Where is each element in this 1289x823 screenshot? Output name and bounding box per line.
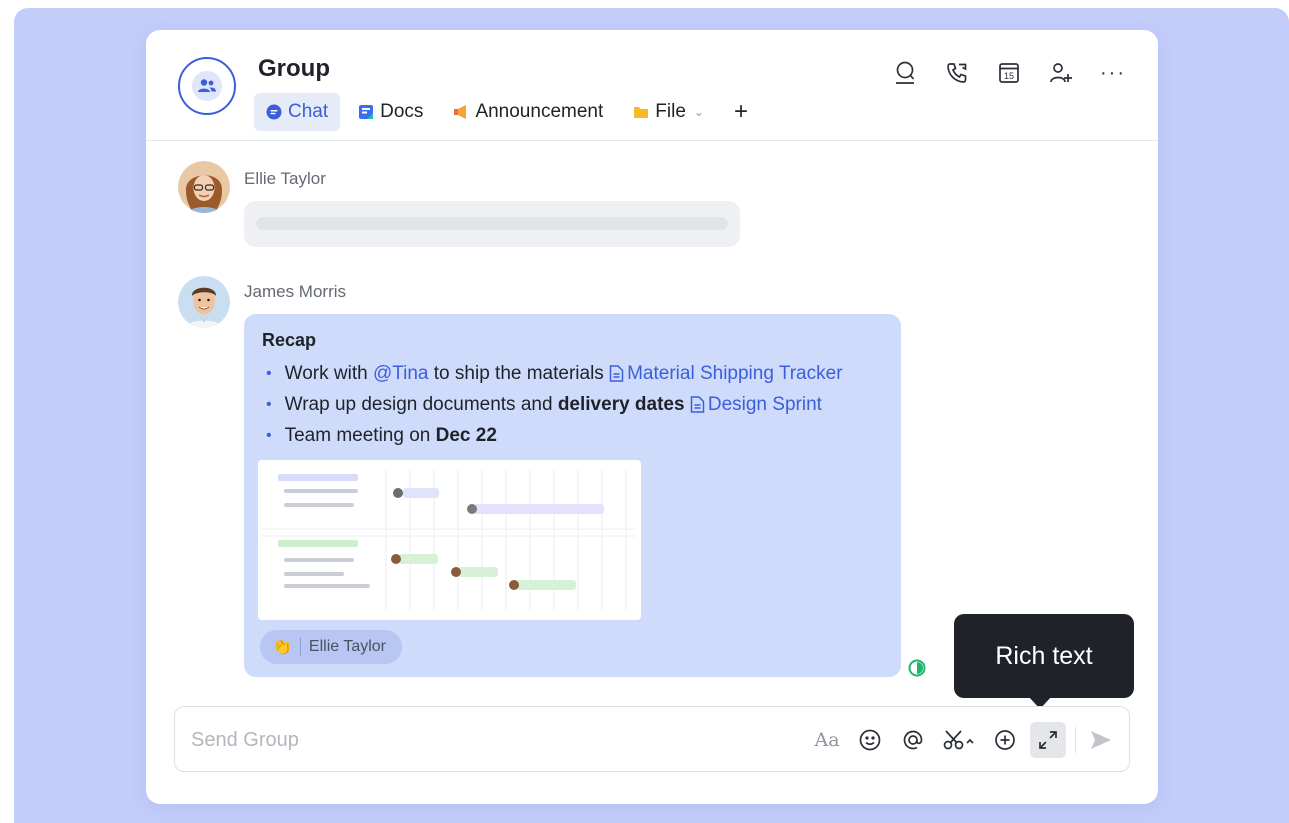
avatar-james-morris[interactable]	[178, 276, 230, 328]
doc-link-label: Material Shipping Tracker	[627, 363, 843, 384]
read-status-icon	[908, 659, 926, 677]
group-title: Group	[258, 55, 330, 82]
tab-chat-label: Chat	[288, 101, 329, 122]
emoji-icon[interactable]	[852, 722, 888, 758]
bullet: •	[266, 427, 272, 444]
list-item: • Work with @Tina to ship the materials …	[266, 358, 843, 389]
group-avatar[interactable]	[178, 57, 236, 115]
toolbar-divider	[1075, 727, 1076, 753]
tab-chat[interactable]: Chat	[254, 93, 341, 131]
reaction-chip[interactable]: 👏 Ellie Taylor	[260, 630, 402, 664]
doc-link-label: Design Sprint	[707, 394, 822, 415]
send-icon[interactable]	[1083, 722, 1119, 758]
tab-file[interactable]: File ⌄	[621, 93, 716, 131]
item-text: Work with	[284, 363, 368, 384]
tab-file-label: File	[655, 101, 686, 122]
reaction-divider	[299, 638, 301, 656]
mention-icon[interactable]	[895, 722, 931, 758]
group-people-icon	[198, 79, 216, 92]
placeholder-bar	[256, 217, 728, 230]
calendar-day: 15	[1004, 71, 1014, 81]
sender-name: Ellie Taylor	[244, 169, 326, 188]
message-input[interactable]	[191, 723, 691, 757]
bold-text: delivery dates	[557, 394, 685, 415]
composer-toolbar: Aa	[802, 721, 1119, 759]
list-item: • Wrap up design documents and delivery …	[266, 389, 843, 420]
recap-list: • Work with @Tina to ship the materials …	[266, 358, 843, 451]
calendar-icon[interactable]: 15	[994, 58, 1024, 88]
more-icon[interactable]: ···	[1098, 58, 1128, 88]
add-tab-button[interactable]: +	[722, 93, 760, 131]
tab-docs[interactable]: Docs	[346, 93, 435, 131]
add-member-icon[interactable]	[1046, 58, 1076, 88]
search-member-icon[interactable]	[890, 58, 920, 88]
bold-text: Dec 22	[435, 425, 497, 446]
clap-emoji-icon: 👏	[272, 639, 292, 656]
gantt-preview-image[interactable]	[258, 460, 641, 620]
chat-header: Group Chat Docs Announcement File ⌄ + 15…	[146, 30, 1158, 141]
tab-bar: Chat Docs Announcement File ⌄ +	[254, 93, 760, 131]
header-actions: 15 ···	[890, 58, 1128, 88]
sender-name: James Morris	[244, 282, 347, 301]
item-text: Team meeting on	[284, 425, 431, 446]
add-circle-icon[interactable]	[987, 722, 1023, 758]
rich-text-tooltip: Rich text	[954, 614, 1134, 709]
tab-announcement-label: Announcement	[475, 101, 604, 122]
list-item: • Team meeting on Dec 22	[266, 420, 843, 451]
docs-icon	[359, 105, 374, 119]
call-icon[interactable]	[942, 58, 972, 88]
message-bubble: Recap • Work with @Tina to ship the mate…	[244, 314, 901, 677]
message-placeholder	[244, 201, 740, 247]
message-composer: Aa	[174, 706, 1130, 772]
bullet: •	[266, 365, 272, 382]
bullet: •	[266, 396, 272, 413]
item-text: Wrap up design documents and	[284, 394, 553, 415]
document-icon	[690, 396, 705, 413]
megaphone-icon	[454, 105, 467, 119]
chat-window: Group Chat Docs Announcement File ⌄ + 15…	[146, 30, 1158, 804]
text-format-label: Aa	[814, 729, 840, 751]
avatar-ellie-taylor[interactable]	[178, 161, 230, 213]
recap-title: Recap	[262, 330, 317, 350]
doc-link[interactable]: Design Sprint	[690, 389, 822, 420]
doc-link[interactable]: Material Shipping Tracker	[609, 358, 843, 389]
scissors-icon[interactable]	[938, 722, 980, 758]
chevron-down-icon: ⌄	[693, 105, 704, 119]
text-format-icon[interactable]: Aa	[809, 722, 845, 758]
more-label: ···	[1100, 61, 1126, 84]
reaction-user: Ellie Taylor	[308, 638, 386, 655]
mention-link[interactable]: @Tina	[373, 358, 429, 389]
document-icon	[609, 365, 624, 382]
chat-bubble-icon	[266, 104, 282, 120]
tab-docs-label: Docs	[380, 101, 424, 122]
expand-icon[interactable]	[1030, 722, 1066, 758]
item-text: to ship the materials	[433, 363, 604, 384]
folder-icon	[634, 107, 649, 118]
tab-announcement[interactable]: Announcement	[441, 93, 615, 131]
